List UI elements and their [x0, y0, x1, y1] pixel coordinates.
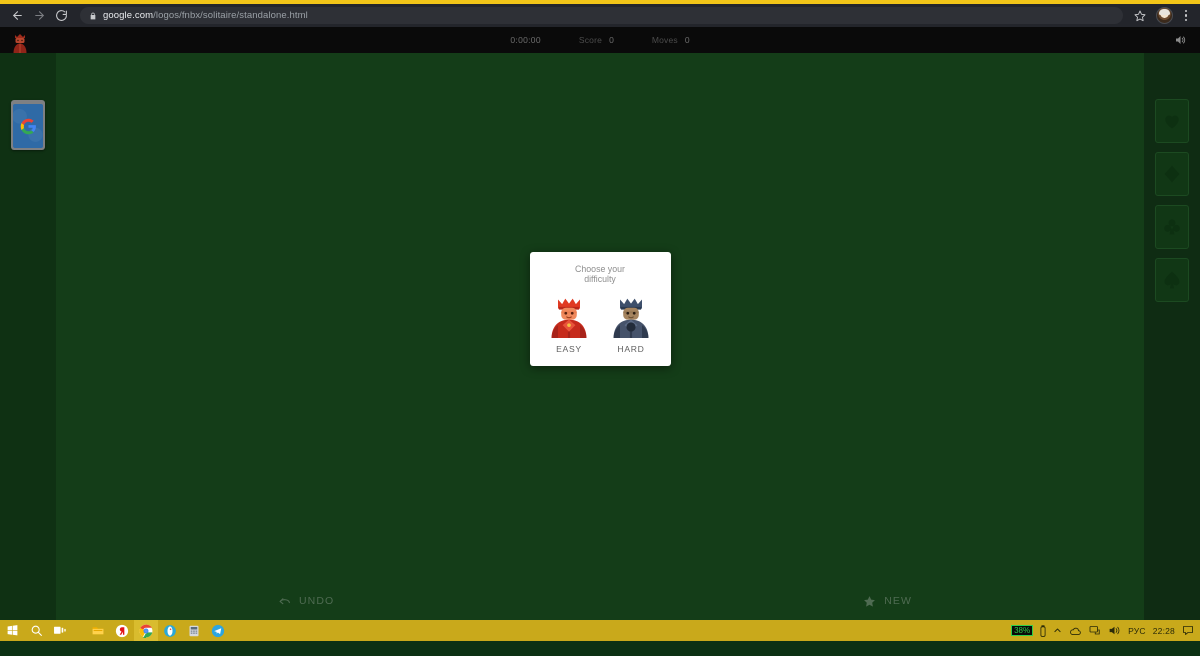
chrome-icon: [139, 624, 153, 638]
easy-label: EASY: [556, 343, 582, 354]
language-indicator[interactable]: РУС: [1128, 626, 1146, 636]
opera-icon: [164, 624, 176, 637]
difficulty-option-hard[interactable]: HARD: [609, 294, 653, 354]
address-bar[interactable]: google.com/logos/fnbx/solitaire/standalo…: [80, 7, 1123, 24]
taskbar-search-icon[interactable]: [24, 620, 48, 641]
show-hidden-icons-chevron-up-icon[interactable]: [1053, 626, 1062, 635]
network-icon[interactable]: [1089, 625, 1101, 636]
taskbar-app-yandex-browser[interactable]: [110, 620, 134, 641]
system-tray: 38% РУС 22:28: [1011, 620, 1200, 641]
hard-king-avatar: [613, 298, 649, 338]
battery-icon[interactable]: [1040, 624, 1046, 637]
battery-percent-badge[interactable]: 38%: [1011, 625, 1034, 636]
modal-title-line2: difficulty: [584, 274, 616, 284]
taskbar-app-opera-browser[interactable]: [158, 620, 182, 641]
taskbar-app-google-chrome[interactable]: [134, 620, 158, 641]
difficulty-dialog: Choose your difficulty EASY HARD: [529, 251, 671, 366]
windows-taskbar: 38% РУС 22:28: [0, 620, 1200, 641]
forward-icon[interactable]: [28, 6, 50, 26]
task-view-button[interactable]: [48, 620, 72, 641]
bookmark-star-icon[interactable]: [1129, 6, 1151, 26]
taskbar-app-file-explorer[interactable]: [86, 620, 110, 641]
lock-icon: [89, 11, 97, 21]
modal-title-line1: Choose your: [575, 263, 625, 274]
url-text: google.com/logos/fnbx/solitaire/standalo…: [103, 10, 308, 21]
taskbar-app-telegram[interactable]: [206, 620, 230, 641]
search-icon: [31, 625, 42, 636]
windows-logo-icon: [7, 625, 17, 636]
url-path: /logos/fnbx/solitaire/standalone.html: [153, 10, 308, 21]
taskbar-left-group: [0, 620, 230, 641]
calculator-icon: [189, 625, 199, 636]
taskbar-app-calculator[interactable]: [182, 620, 206, 641]
volume-icon[interactable]: [1108, 625, 1121, 636]
url-host: google.com: [103, 10, 154, 21]
chrome-menu-icon[interactable]: [1178, 6, 1194, 26]
taskbar-divider: [72, 620, 86, 641]
battery-percent-value: 38%: [1014, 626, 1031, 635]
easy-king-avatar: [551, 298, 587, 338]
avatar[interactable]: [1156, 7, 1173, 24]
reload-icon[interactable]: [50, 6, 72, 26]
taskbar-clock[interactable]: 22:28: [1153, 626, 1175, 636]
difficulty-modal-overlay: Choose your difficulty EASY HARD: [0, 27, 1200, 620]
notifications-icon[interactable]: [1182, 625, 1194, 636]
task-view-icon: [54, 626, 66, 634]
back-icon[interactable]: [6, 6, 28, 26]
hard-label: HARD: [617, 343, 645, 354]
onedrive-icon[interactable]: [1069, 626, 1082, 636]
difficulty-option-easy[interactable]: EASY: [547, 294, 591, 354]
yandex-icon: [115, 624, 129, 637]
modal-title: Choose your difficulty: [560, 264, 640, 285]
browser-toolbar: google.com/logos/fnbx/solitaire/standalo…: [0, 4, 1200, 27]
solitaire-game-area: 0:00:00 Score 0 Moves 0 UNDO NEW Choose …: [0, 27, 1200, 620]
start-button[interactable]: [0, 620, 24, 641]
file-explorer-icon: [92, 627, 104, 635]
difficulty-choices: EASY HARD: [547, 294, 653, 354]
telegram-icon: [211, 624, 225, 637]
